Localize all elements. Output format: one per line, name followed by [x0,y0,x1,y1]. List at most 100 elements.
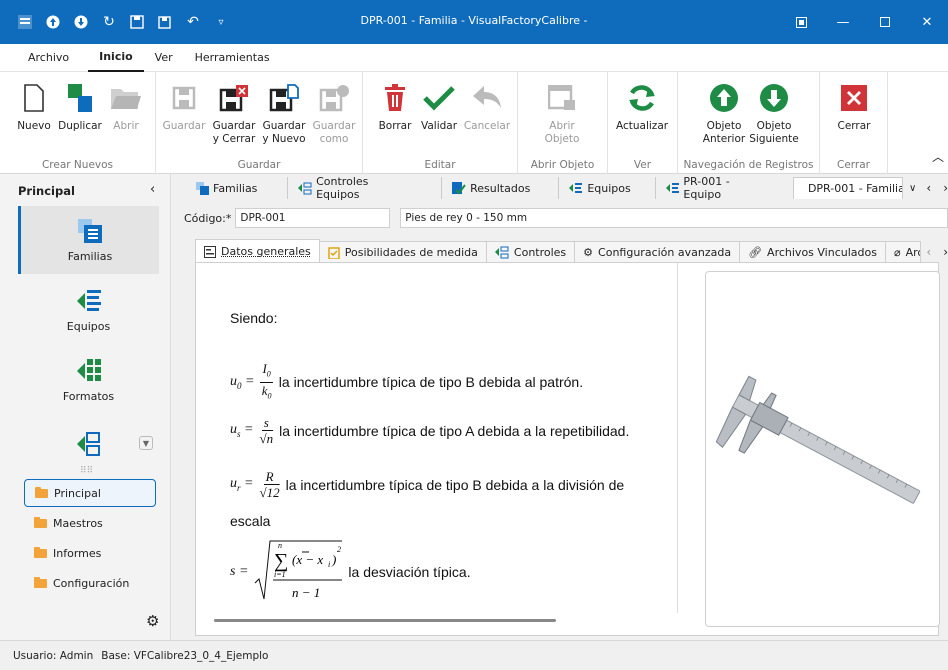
validar-button[interactable]: Validar [413,80,465,133]
up-arrow-icon[interactable] [40,9,66,35]
resultados-icon [452,181,466,195]
objeto-anterior-button[interactable]: Objeto Anterior [698,80,750,146]
menu-ver[interactable]: Ver [144,44,184,72]
nav-equipos[interactable]: Equipos [18,276,159,344]
folder-icon [35,486,48,498]
maximize-icon[interactable] [864,0,906,44]
nav-configuracion[interactable]: Configuración [24,569,156,597]
status-base: Base: VFCalibre23_0_4_Ejemplo [101,649,269,662]
group-cerrar: Cerrar Cerrar [820,72,888,174]
folder-icon [34,516,47,528]
nav-familias[interactable]: Familias [18,206,159,274]
guardar-y-nuevo-button[interactable]: Guardar y Nuevo [258,80,310,146]
close-red-icon [841,85,867,111]
close-icon[interactable]: ✕ [906,0,948,44]
tabs-scroll-left-icon[interactable]: ‹ [926,181,931,195]
duplicar-button[interactable]: Duplicar [54,80,106,133]
tab-resultados[interactable]: Resultados [441,177,540,199]
menu-inicio[interactable]: Inicio [88,44,144,72]
ribbon: Nuevo Duplicar Abrir Crear Nuevos Guarda… [0,72,948,174]
collapse-ribbon-icon[interactable]: ︿ [932,148,944,165]
save-close-icon[interactable] [152,9,178,35]
tab-pr-001-equipo[interactable]: PR-001 - Equipo [654,175,779,201]
trash-icon [385,84,405,111]
nuevo-button[interactable]: Nuevo [8,80,60,133]
svg-text:i=1: i=1 [274,570,286,579]
equipos-icon [76,290,101,311]
paperclip-icon: ⌀ [893,246,901,259]
back-arrow-icon[interactable]: ↶ [180,9,206,35]
abrir-objeto-button[interactable]: Abrir Objeto [536,80,588,146]
refresh-icon[interactable]: ↻ [96,9,122,35]
tabs-scroll-right-icon[interactable]: › [943,181,948,195]
menu-herramientas[interactable]: Herramientas [184,44,281,72]
tab-archivos-adjuntos[interactable]: ⌀Archivos A [884,241,922,263]
group-guardar: Guardar Guardar y Cerrar Guardar y Nuevo… [156,72,363,174]
svg-text:2: 2 [337,545,341,554]
content-area: Siendo: u0 = I0 k0 la incertidumbre típic… [195,262,940,636]
tab-datos-generales[interactable]: Datos generales [195,239,320,263]
nav-informes[interactable]: Informes [24,539,156,567]
caliper-image [715,375,921,504]
tab-archivos-vinculados[interactable]: 🔗︎ Archivos Vinculados [739,241,886,263]
document-tabs: Familias Controles Equipos Resultados Eq… [178,175,948,201]
tabs-dropdown-icon[interactable]: ∨ [909,183,916,194]
cerrar-button[interactable]: Cerrar [828,80,880,133]
equipos-icon [665,182,679,193]
undo-arrow-icon [473,86,501,108]
menu-archivo[interactable]: Archivo [0,44,80,72]
splitter-grip-icon[interactable]: ⠿⠿ [80,466,93,476]
settings-gear-icon[interactable]: ⚙ [146,612,159,630]
group-abrir-objeto: Abrir Objeto Abrir Objeto [518,72,608,174]
abrir-button[interactable]: Abrir [100,80,152,133]
rich-text-document[interactable]: Siendo: u0 = I0 k0 la incertidumbre típic… [196,263,678,613]
objeto-siguiente-button[interactable]: Objeto Siguiente [748,80,800,146]
codigo-input[interactable]: DPR-001 [235,208,391,228]
tab-familias[interactable]: Familias [178,177,267,199]
cancelar-button[interactable]: Cancelar [461,80,513,133]
doc-line-ur: ur = R √12 la incertidumbre típica de tip… [230,469,625,500]
tab-dpr-001-familia[interactable]: DPR-001 - Familia [792,177,904,199]
overflow-dropdown-icon[interactable]: ▼ [139,436,153,450]
save-icon[interactable] [124,9,150,35]
controles-icon [76,432,100,456]
save-as-icon [319,85,349,112]
down-arrow-icon[interactable] [68,9,94,35]
guardar-button[interactable]: Guardar [158,80,210,133]
tab-equipos[interactable]: Equipos [558,177,640,199]
actualizar-button[interactable]: Actualizar [616,80,668,133]
product-image-panel[interactable] [705,271,940,627]
nav-maestros[interactable]: Maestros [24,509,156,537]
subtabs-scroll-left-icon[interactable]: ‹ [926,245,931,259]
restore-ribbon-icon[interactable] [780,0,822,44]
doc-line-us: us = s √n la incertidumbre típica de tipo… [230,415,630,446]
folder-icon [34,576,47,588]
sidebar-header: Principal [18,184,75,198]
guardar-como-button[interactable]: Guardar como [308,80,360,146]
familias-icon [196,181,209,195]
guardar-y-cerrar-button[interactable]: Guardar y Cerrar [208,80,260,146]
subtabs-scroll-right-icon[interactable]: › [943,245,948,259]
check-icon [423,86,455,111]
sidebar-collapse-icon[interactable]: ‹ [150,182,155,197]
customize-chevron-icon[interactable]: ▿ [208,9,234,35]
doc-horizontal-scrollbar[interactable] [214,619,556,622]
formula-u0: I0 k0 [260,361,273,401]
menu-bar: Archivo Inicio Ver Herramientas [0,44,948,72]
arrow-down-circle-icon [760,84,788,112]
arrow-up-circle-icon [710,84,738,112]
tab-posibilidades-medida[interactable]: Posibilidades de medida [318,241,487,263]
tab-configuracion-avanzada[interactable]: ⚙ Configuración avanzada [574,241,741,263]
link-icon: 🔗︎ [748,246,763,259]
status-bar: Usuario: Admin Base: VFCalibre23_0_4_Eje… [0,640,948,670]
save-icon [172,86,196,110]
nav-formatos[interactable]: Formatos [18,346,159,414]
nav-more[interactable]: ▼ [18,426,159,462]
tab-controles-equipos[interactable]: Controles Equipos [287,175,423,201]
descripcion-input[interactable]: Pies de rey 0 - 150 mm [400,208,948,228]
controles-icon [298,182,312,194]
minimize-icon[interactable]: — [822,0,864,44]
clipboard-check-icon [328,247,340,259]
nav-principal[interactable]: Principal [24,479,156,507]
tab-controles[interactable]: Controles [485,241,576,263]
